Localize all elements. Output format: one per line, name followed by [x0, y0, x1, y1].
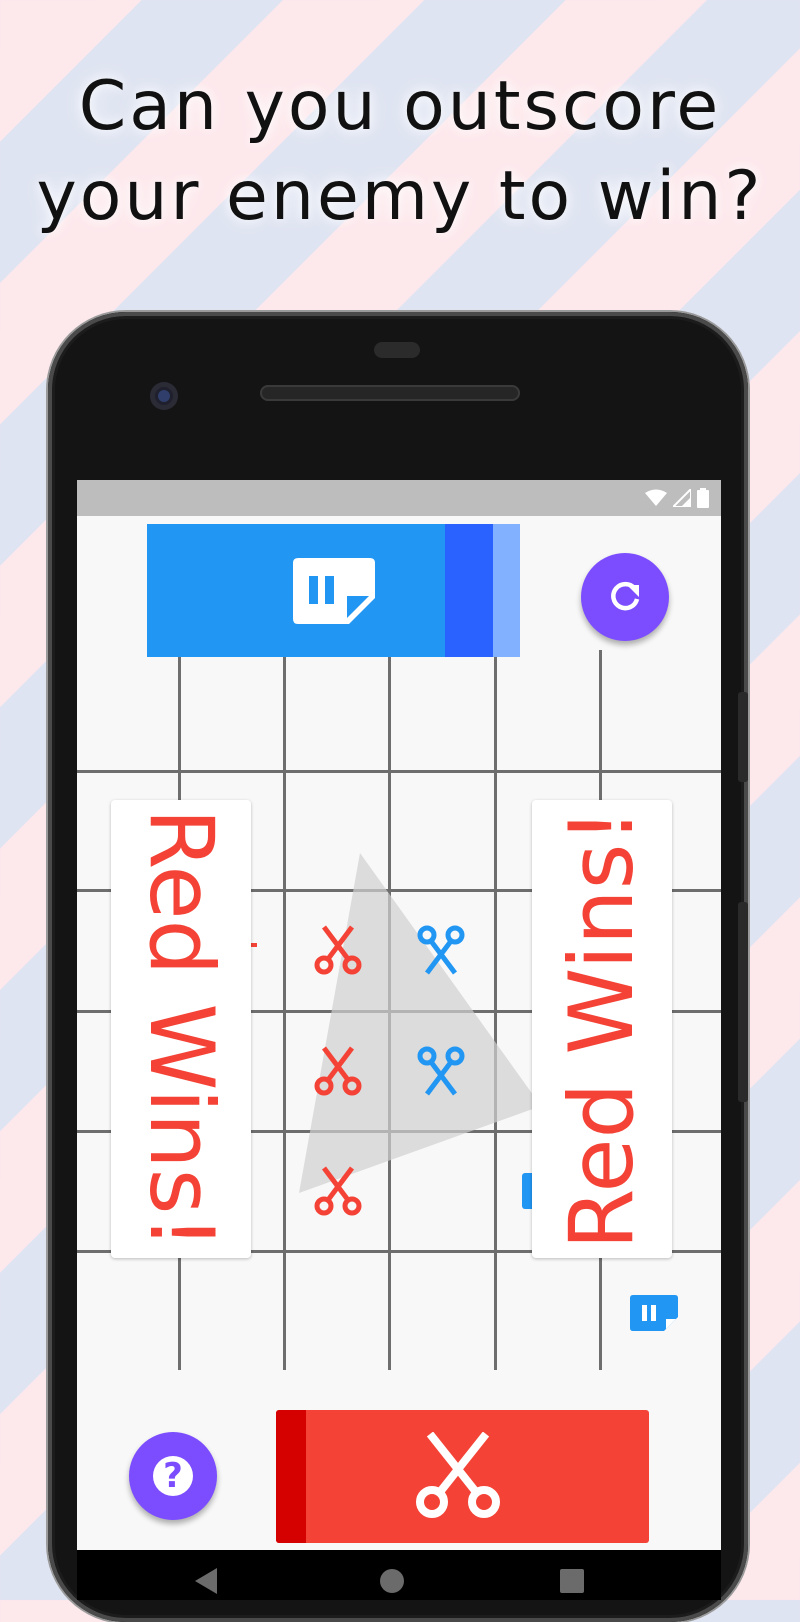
board-piece-red-1[interactable]: [314, 925, 362, 979]
board-piece-red-2[interactable]: [314, 1046, 362, 1100]
power-button: [738, 692, 748, 782]
headline: Can you outscore your enemy to win?: [0, 62, 800, 242]
blue-timer-segment: [445, 524, 493, 657]
navigation-bar: [77, 1550, 721, 1600]
paper-icon: [293, 558, 375, 624]
refresh-icon: [611, 581, 640, 611]
camera-lens: [158, 390, 170, 402]
board-piece-blue-2[interactable]: [417, 1046, 465, 1100]
red-wins-banner-left: Red Wins!: [111, 800, 251, 1258]
blue-remaining-segment: [493, 524, 520, 657]
recents-icon[interactable]: [560, 1569, 584, 1593]
speaker-grille: [260, 385, 520, 401]
back-icon[interactable]: [195, 1568, 219, 1594]
restart-button[interactable]: [581, 553, 669, 641]
red-timer-segment: [276, 1410, 306, 1543]
headline-line-2: your enemy to win?: [36, 157, 764, 236]
red-wins-banner-right: Red Wins!: [532, 800, 672, 1258]
game-screen: Red Wins! Red Wins! ?: [77, 480, 721, 1550]
board-piece-red-3[interactable]: [314, 1166, 362, 1220]
board-piece-blue-1[interactable]: [417, 925, 465, 979]
scissors-icon: [416, 1432, 500, 1518]
red-player-button[interactable]: [276, 1410, 649, 1543]
paper-piece[interactable]: [630, 1295, 678, 1335]
earpiece: [374, 342, 420, 358]
question-mark-icon: ?: [163, 1456, 183, 1496]
headline-line-1: Can you outscore: [78, 67, 722, 146]
volume-rocker: [738, 902, 748, 1102]
red-wins-text-left: Red Wins!: [130, 808, 233, 1250]
scissors-icon: [314, 1046, 362, 1096]
scissors-icon: [417, 925, 465, 975]
scissors-icon: [417, 1046, 465, 1096]
scissors-icon: [314, 925, 362, 975]
scissors-icon: [314, 1166, 362, 1216]
blue-player-button[interactable]: [147, 524, 520, 657]
red-wins-text-right: Red Wins!: [550, 808, 653, 1250]
home-icon[interactable]: [379, 1568, 405, 1594]
paper-icon: [630, 1295, 678, 1331]
help-button[interactable]: ?: [129, 1432, 217, 1520]
